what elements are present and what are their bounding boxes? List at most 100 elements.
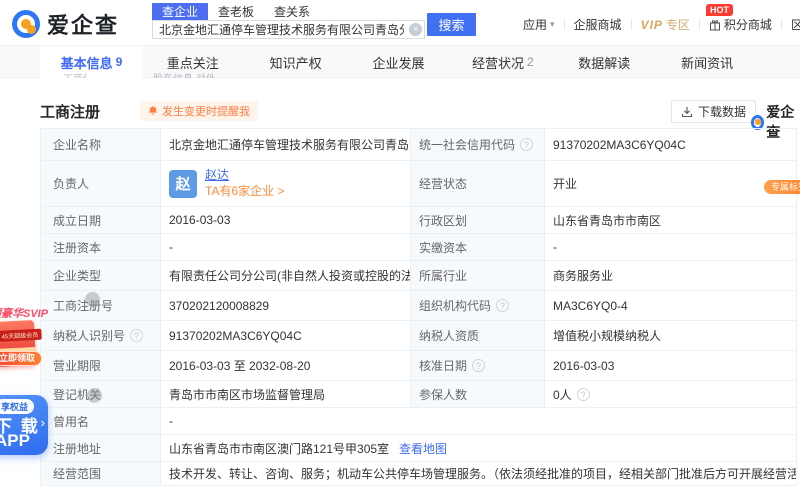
legal-person-link[interactable]: 赵达	[205, 168, 284, 183]
approval-date-value: 2016-03-03	[545, 351, 796, 380]
clipped-submenu-fragment: 股东信息 对外投资	[153, 70, 215, 78]
row-label: 统一社会信用代码 ?	[411, 129, 545, 160]
tab-intellectual-property[interactable]: 知识产权	[246, 46, 349, 78]
aiqicha-logo-icon	[12, 10, 40, 38]
aiqicha-logo-text: 爱企查	[47, 8, 119, 40]
table-row: 纳税人识别号 ? 91370202MA3C6YQ04C 纳税人资质 增值税小规模…	[41, 321, 796, 351]
address-value: 山东省青岛市市南区澳门路121号甲305室	[169, 440, 389, 457]
exclusive-tag-badge[interactable]: 专属标签	[764, 180, 800, 194]
table-row: 注册地址 山东省青岛市市南区澳门路121号甲305室 查看地图	[41, 435, 796, 462]
reg-authority-value: 青岛市市南区市场监督管理局	[161, 381, 411, 407]
row-label: 行政区划	[411, 207, 545, 233]
tab-operating-status[interactable]: 经营状况2	[451, 46, 554, 78]
row-label: 企业名称	[41, 129, 161, 160]
download-app-banner[interactable]: 享权益 下 载 APP ›	[0, 395, 48, 455]
clear-search-icon[interactable]: ×	[409, 23, 422, 36]
tab-company-development[interactable]: 企业发展	[349, 46, 452, 78]
claim-now-button[interactable]: 立即领取	[0, 351, 42, 366]
download-app-text: APP	[0, 431, 30, 451]
row-label: 参保人数	[411, 381, 545, 407]
help-icon[interactable]: ?	[520, 138, 533, 151]
status-value: 开业	[545, 161, 796, 206]
row-label: 曾用名	[41, 408, 161, 434]
district-value: 山东省青岛市市南区	[545, 207, 796, 233]
org-code-value: MA3C6YQ0-4	[545, 291, 796, 320]
row-label: 成立日期	[41, 207, 161, 233]
table-row: 曾用名 -	[41, 408, 796, 435]
legal-person-cell: 赵 赵达 TA有6家企业 >	[161, 161, 411, 206]
nav-region-focus[interactable]: 区域聚焦	[782, 16, 800, 33]
nav-app[interactable]: 应用 ▾	[514, 16, 564, 33]
row-label: 纳税人资质	[411, 321, 545, 350]
company-name-value: 北京金地汇通停车管理技术服务有限公司青岛分公司	[161, 129, 411, 160]
change-remind-button[interactable]: 发生变更时提醒我	[140, 101, 258, 121]
row-label: 经营状态	[411, 161, 545, 206]
insured-count-value: 0人 ?	[545, 381, 796, 407]
help-icon[interactable]: ?	[577, 388, 590, 401]
row-label: 工商注册号	[41, 291, 161, 320]
gift-icon	[709, 19, 721, 31]
reg-capital-value: -	[161, 234, 411, 260]
company-type-value: 有限责任公司分公司(非自然人投资或控股的法人独资)	[161, 261, 411, 290]
row-label: 负责人	[41, 161, 161, 206]
search-button[interactable]: 搜索	[427, 13, 476, 36]
address-cell: 山东省青岛市市南区澳门路121号甲305室 查看地图	[161, 435, 796, 461]
business-scope-value: 技术开发、转让、咨询、服务；机动车公共停车场管理服务。（依法须经批准的项目，经相…	[161, 462, 796, 485]
aiqicha-logo[interactable]: 爱企查	[12, 8, 119, 40]
chevron-down-icon: ▾	[550, 19, 555, 30]
search-tab-relation[interactable]: 查关系	[264, 3, 320, 21]
help-icon[interactable]: ?	[496, 299, 509, 312]
reg-number-value: 370202120008829	[161, 291, 411, 320]
table-row: 经营范围 技术开发、转让、咨询、服务；机动车公共停车场管理服务。（依法须经批准的…	[41, 462, 796, 486]
avatar[interactable]: 赵	[169, 170, 197, 198]
business-term-value: 2016-03-03 至 2032-08-20	[161, 351, 411, 380]
registration-table: 企业名称 北京金地汇通停车管理技术服务有限公司青岛分公司 统一社会信用代码 ? …	[40, 128, 797, 486]
row-label: 经营范围	[41, 462, 161, 485]
taxpayer-id-value: 91370202MA3C6YQ04C	[161, 321, 411, 350]
row-label: 注册地址	[41, 435, 161, 461]
floating-bubble	[87, 388, 102, 403]
nav-vip-zone[interactable]: VIP 专区	[632, 16, 699, 33]
help-icon[interactable]: ?	[130, 329, 143, 342]
credit-code-value: 91370202MA3C6YQ04C	[545, 129, 796, 160]
bell-icon	[148, 106, 158, 117]
floating-bubble	[85, 292, 100, 307]
table-row: 登记机关 青岛市市南区市场监督管理局 参保人数 0人 ?	[41, 381, 796, 408]
row-label: 纳税人识别号 ?	[41, 321, 161, 350]
view-map-link[interactable]: 查看地图	[399, 440, 447, 457]
tab-news[interactable]: 新闻资讯	[657, 46, 760, 78]
promo-tag: 45天超级会员	[0, 329, 42, 342]
section-title: 工商注册	[40, 101, 100, 122]
download-icon	[681, 106, 693, 118]
detail-tabs: 基本信息9 重点关注 知识产权 企业发展 经营状况2 数据解读 新闻资讯	[40, 46, 760, 78]
hot-badge: HOT	[706, 4, 733, 16]
tab-data-interpretation[interactable]: 数据解读	[554, 46, 657, 78]
nav-service-mall[interactable]: 企服商城	[565, 16, 631, 33]
svip-promo-headline: 领豪华SVIP	[0, 305, 48, 321]
nav-points-mall[interactable]: 积分商城	[700, 16, 781, 33]
header-nav: 应用 ▾ 企服商城 VIP 专区 积分商城 区域聚焦 退出	[514, 16, 800, 33]
tab-basic-info[interactable]: 基本信息9	[40, 46, 143, 78]
clipped-submenu-fragment: 工商信息	[63, 70, 87, 78]
top-header: 爱企查 查企业 查老板 查关系 × 搜索 应用 ▾ 企服商城 VIP 专区 积分…	[0, 0, 800, 46]
legal-person-companies-link[interactable]: TA有6家企业 >	[205, 183, 284, 199]
help-icon[interactable]: ?	[472, 359, 485, 372]
search-input[interactable]	[152, 20, 425, 39]
taxpayer-quality-value: 增值税小规模纳税人	[545, 321, 796, 350]
paid-capital-value: -	[545, 234, 796, 260]
row-label: 注册资本	[41, 234, 161, 260]
chevron-right-icon: ›	[41, 415, 45, 430]
row-label: 组织机构代码 ?	[411, 291, 545, 320]
table-row: 企业名称 北京金地汇通停车管理技术服务有限公司青岛分公司 统一社会信用代码 ? …	[41, 129, 796, 161]
search-tab-boss[interactable]: 查老板	[208, 3, 264, 21]
table-row: 工商注册号 370202120008829 组织机构代码 ? MA3C6YQ0-…	[41, 291, 796, 321]
row-label: 核准日期 ?	[411, 351, 545, 380]
row-label: 实缴资本	[411, 234, 545, 260]
search-tab-company[interactable]: 查企业	[152, 3, 208, 21]
industry-value: 商务服务业	[545, 261, 796, 290]
row-label: 所属行业	[411, 261, 545, 290]
table-row: 营业期限 2016-03-03 至 2032-08-20 核准日期 ? 2016…	[41, 351, 796, 381]
detail-tabbar: 基本信息9 重点关注 知识产权 企业发展 经营状况2 数据解读 新闻资讯	[0, 46, 800, 78]
former-name-value: -	[161, 408, 796, 434]
download-data-button[interactable]: 下载数据	[671, 100, 756, 123]
